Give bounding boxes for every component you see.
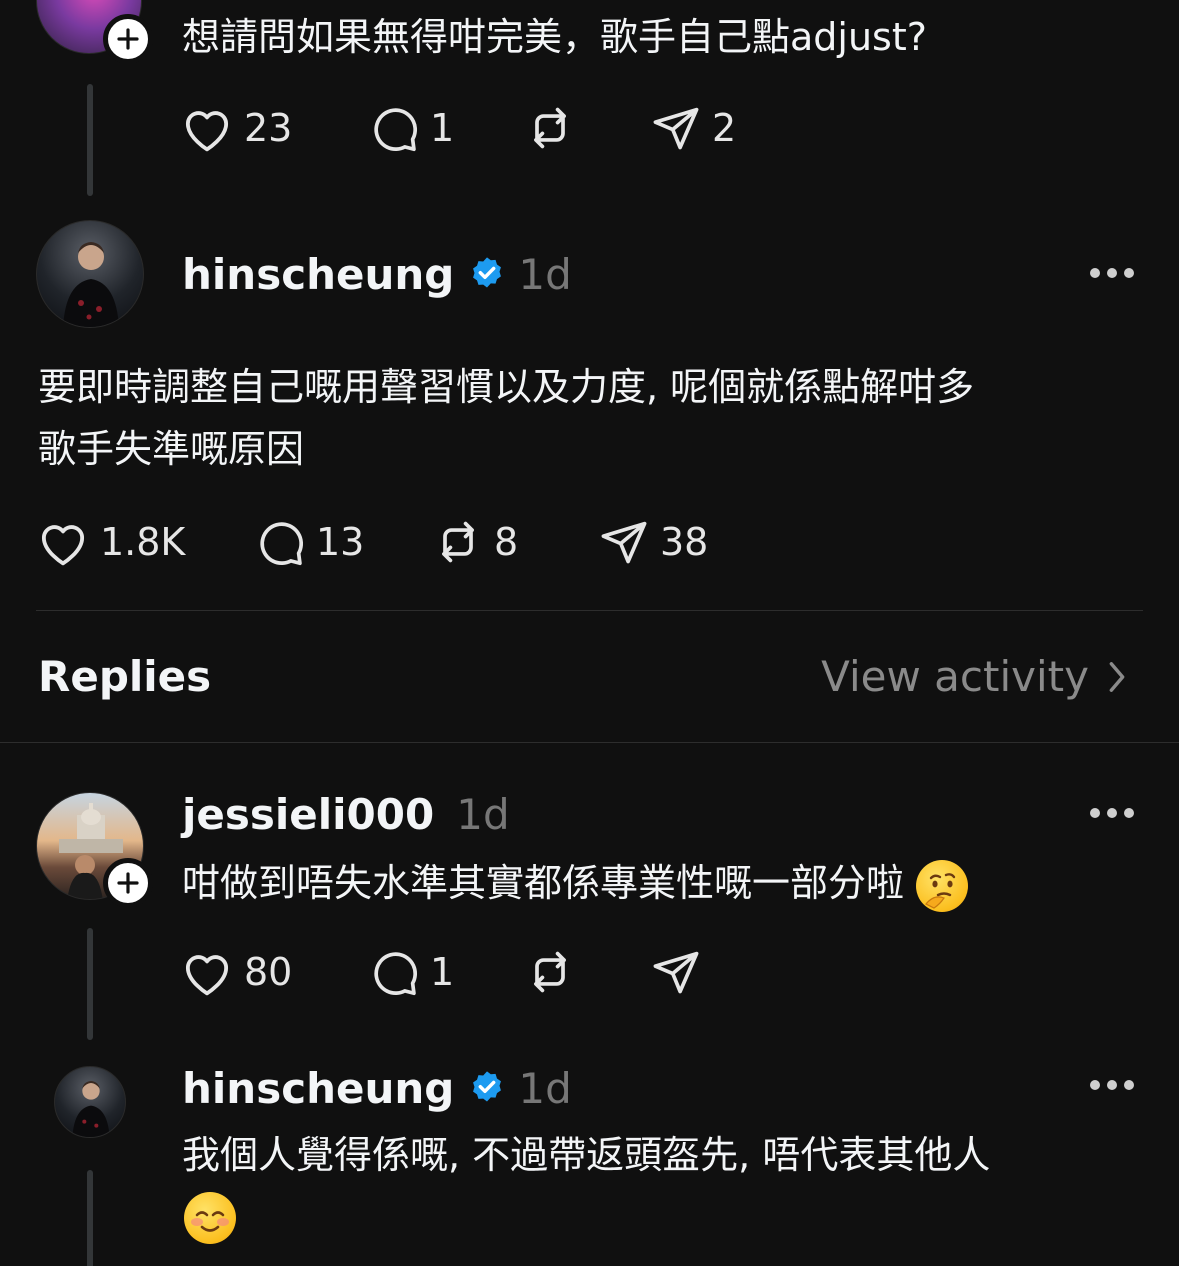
share-icon bbox=[653, 951, 699, 994]
reply-button[interactable]: 1 bbox=[368, 942, 454, 1002]
post-text-line-1: 要即時調整自己嘅用聲習慣以及力度, 呢個就係點解咁多 bbox=[38, 365, 975, 409]
action-bar: 1.8K 13 8 38 bbox=[36, 512, 756, 572]
avatar-figure bbox=[72, 1081, 110, 1137]
follow-plus-button[interactable] bbox=[103, 14, 153, 64]
share-icon bbox=[653, 107, 699, 150]
repost-count: 8 bbox=[494, 520, 519, 564]
post-header: jessieli000 1d bbox=[182, 784, 510, 844]
timestamp: 1d bbox=[456, 789, 510, 839]
username[interactable]: hinscheung bbox=[182, 250, 454, 299]
post-text: 想請問如果無得咁完美，歌手自己點adjust? bbox=[182, 15, 927, 59]
post-header: hinscheung 1d bbox=[182, 1058, 572, 1118]
action-bar: 80 1 bbox=[180, 942, 780, 1002]
post-header: hinscheung 1d bbox=[182, 244, 572, 304]
repost-icon bbox=[534, 951, 566, 993]
verified-icon bbox=[473, 257, 502, 288]
reply-text: 咁做到唔失水準其實都係專業性嘅一部分啦 bbox=[182, 861, 905, 905]
reply-count: 1 bbox=[430, 950, 455, 994]
post-text-line-2: 歌手失準嘅原因 bbox=[38, 427, 305, 471]
reply-button[interactable]: 13 bbox=[254, 512, 364, 572]
like-count: 80 bbox=[244, 950, 293, 994]
repost-button[interactable] bbox=[524, 942, 576, 1002]
avatar[interactable] bbox=[36, 220, 144, 328]
share-count: 2 bbox=[712, 106, 737, 150]
more-icon bbox=[1090, 808, 1100, 818]
reply-count: 1 bbox=[430, 106, 455, 150]
repost-icon bbox=[534, 107, 566, 149]
timestamp: 1d bbox=[518, 1063, 572, 1113]
share-button[interactable]: 38 bbox=[598, 512, 708, 572]
more-icon bbox=[1090, 1080, 1100, 1090]
more-options-button[interactable] bbox=[1090, 808, 1134, 818]
chevron-right-icon bbox=[1109, 661, 1125, 692]
verified-icon bbox=[473, 1071, 502, 1102]
share-count: 38 bbox=[660, 520, 709, 564]
follow-plus-button[interactable] bbox=[103, 858, 153, 908]
avatar-figure bbox=[63, 242, 119, 327]
heart-icon bbox=[185, 955, 229, 996]
plus-icon bbox=[117, 872, 139, 894]
timestamp: 1d bbox=[518, 249, 572, 299]
heart-icon bbox=[41, 525, 85, 566]
plus-icon bbox=[117, 28, 139, 50]
share-button[interactable]: 2 bbox=[650, 98, 736, 158]
comment-icon bbox=[374, 108, 418, 152]
like-button[interactable]: 23 bbox=[180, 98, 292, 158]
share-button[interactable] bbox=[650, 942, 702, 1002]
more-options-button[interactable] bbox=[1090, 1080, 1134, 1090]
thread-line bbox=[87, 928, 93, 1040]
comment-icon bbox=[260, 522, 304, 566]
username[interactable]: hinscheung bbox=[182, 1064, 454, 1113]
avatar[interactable] bbox=[54, 1066, 126, 1138]
like-button[interactable]: 80 bbox=[180, 942, 292, 1002]
username[interactable]: jessieli000 bbox=[182, 790, 434, 839]
share-icon bbox=[601, 521, 647, 564]
reply-text: 我個人覺得係嘅, 不過帶返頭盔先, 唔代表其他人 bbox=[182, 1133, 991, 1177]
thread-line bbox=[87, 84, 93, 196]
thinking-face-emoji bbox=[916, 859, 969, 912]
like-button[interactable]: 1.8K bbox=[36, 512, 185, 572]
repost-icon bbox=[442, 521, 474, 563]
action-bar: 23 1 2 bbox=[180, 98, 780, 158]
divider bbox=[0, 742, 1179, 743]
reply-count: 13 bbox=[316, 520, 365, 564]
like-count: 1.8K bbox=[100, 520, 186, 564]
replies-heading: Replies bbox=[38, 652, 212, 701]
view-activity-label: View activity bbox=[821, 652, 1089, 701]
reply-button[interactable]: 1 bbox=[368, 98, 454, 158]
like-count: 23 bbox=[244, 106, 293, 150]
repost-button[interactable]: 8 bbox=[432, 512, 518, 572]
more-options-button[interactable] bbox=[1090, 268, 1134, 278]
smiling-face-emoji bbox=[184, 1192, 236, 1244]
more-icon bbox=[1090, 268, 1100, 278]
threads-post-page: 想請問如果無得咁完美，歌手自己點adjust? 23 1 2 hinscheun… bbox=[0, 0, 1179, 1266]
comment-icon bbox=[374, 952, 418, 996]
heart-icon bbox=[185, 111, 229, 152]
thread-line bbox=[87, 1170, 93, 1266]
view-activity-link[interactable]: View activity bbox=[821, 652, 1127, 701]
post-text: 咁做到唔失水準其實都係專業性嘅一部分啦 bbox=[182, 852, 969, 914]
divider bbox=[36, 610, 1143, 611]
repost-button[interactable] bbox=[524, 98, 576, 158]
